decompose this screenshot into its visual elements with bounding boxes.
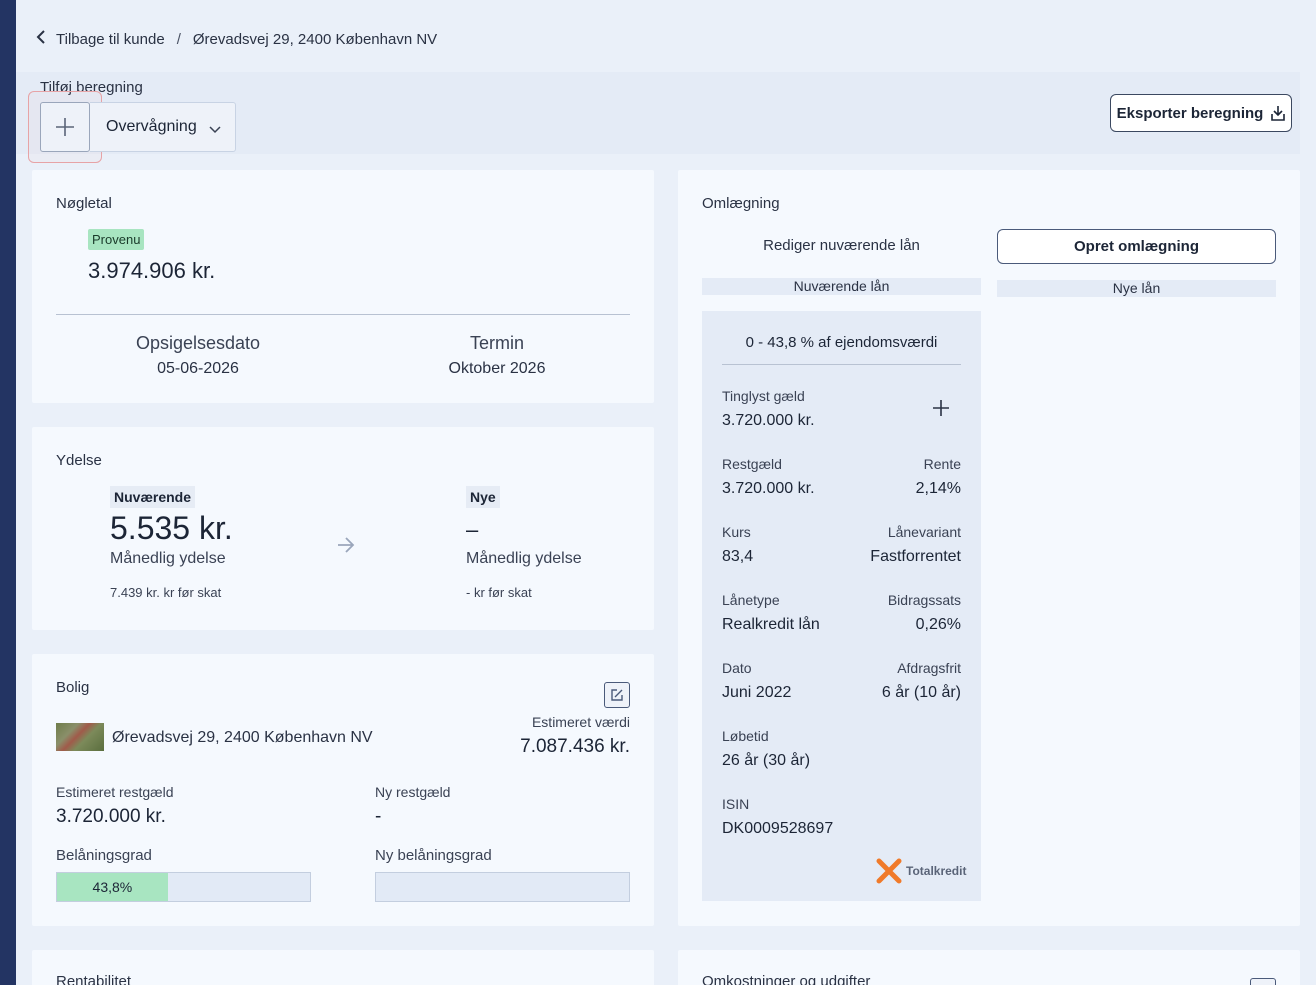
bidrag-label: Bidragssats bbox=[887, 592, 961, 608]
current-before-tax: 7.439 kr. kr før skat bbox=[110, 585, 222, 600]
key-figures-title: Nøgletal bbox=[56, 195, 112, 212]
back-to-customer-link[interactable]: Tilbage til kunde bbox=[56, 31, 165, 48]
calculation-type-value: Overvågning bbox=[106, 118, 197, 135]
export-calculation-button[interactable]: Eksporter beregning bbox=[1110, 94, 1292, 132]
chevron-left-icon[interactable] bbox=[36, 30, 46, 48]
property-address: Ørevadsvej 29, 2400 København NV bbox=[112, 729, 373, 746]
restgaeld-label: Restgæld bbox=[722, 456, 782, 472]
lender-name: Totalkredit bbox=[906, 864, 967, 878]
loebetid-label: Løbetid bbox=[722, 728, 769, 744]
edit-current-loan-link[interactable]: Rediger nuværende lån bbox=[702, 237, 981, 254]
edit-costs-button[interactable] bbox=[1250, 978, 1276, 985]
breadcrumb-current: Ørevadsvej 29, 2400 København NV bbox=[192, 30, 438, 48]
arrow-right-icon bbox=[336, 536, 356, 559]
variant-label: Lånevariant bbox=[887, 524, 961, 540]
variant-value: Fastforrentet bbox=[870, 548, 961, 565]
property-title: Bolig bbox=[56, 679, 90, 696]
tinglyst-value: 3.720.000 kr. bbox=[722, 412, 815, 429]
isin-label: ISIN bbox=[722, 796, 750, 812]
totalkredit-logo: Totalkredit bbox=[876, 858, 966, 884]
plus-icon bbox=[56, 118, 74, 136]
isin-value: DK0009528697 bbox=[722, 820, 834, 837]
create-refinancing-button[interactable]: Opret omlægning bbox=[997, 229, 1276, 264]
dato-value: Juni 2022 bbox=[722, 684, 792, 701]
download-icon bbox=[1271, 106, 1286, 121]
current-loan-panel: 0 - 43,8 % af ejendomsværdi Tinglyst gæl… bbox=[702, 311, 981, 901]
est-restgaeld-value: 3.720.000 kr. bbox=[56, 806, 166, 827]
new-badge: Nye bbox=[466, 486, 500, 508]
bidrag-value: 0,26% bbox=[915, 616, 961, 633]
totalkredit-x-icon bbox=[876, 858, 902, 884]
calculation-toolbar: Tilføj beregning Overvågning Eksporter b… bbox=[16, 72, 1300, 163]
add-calculation-button[interactable] bbox=[40, 102, 90, 152]
belaaningsgrad-bar: 43,8% bbox=[56, 872, 311, 902]
new-payment-label: Månedlig ydelse bbox=[466, 550, 582, 567]
type-label: Lånetype bbox=[722, 592, 780, 608]
dato-label: Dato bbox=[722, 660, 752, 676]
breadcrumb-separator: / bbox=[176, 30, 181, 48]
provenu-value: 3.974.906 kr. bbox=[88, 258, 216, 283]
costs-card: Omkostninger og udgifter bbox=[678, 950, 1300, 985]
opsigelsesdato-value: 05-06-2026 bbox=[157, 360, 239, 377]
kurs-label: Kurs bbox=[722, 524, 751, 540]
rente-value: 2,14% bbox=[915, 480, 961, 497]
payment-card: Ydelse Nuværende 5.535 kr. Månedlig ydel… bbox=[32, 427, 654, 630]
calculation-type-select[interactable]: Overvågning bbox=[90, 102, 236, 152]
chevron-down-icon bbox=[209, 121, 221, 139]
profitability-card: Rentabilitet bbox=[32, 950, 654, 985]
estimated-value: 7.087.436 kr. bbox=[520, 736, 630, 757]
ny-belaaningsgrad-label: Ny belåningsgrad bbox=[375, 847, 492, 864]
new-loans-header: Nye lån bbox=[997, 280, 1276, 297]
loan-range: 0 - 43,8 % af ejendomsværdi bbox=[745, 334, 938, 351]
divider bbox=[56, 314, 630, 315]
new-before-tax: - kr før skat bbox=[466, 585, 532, 600]
ny-restgaeld-value: - bbox=[375, 806, 382, 827]
afdragsfrit-value: 6 år (10 år) bbox=[881, 684, 961, 701]
opsigelsesdato-label: Opsigelsesdato bbox=[135, 333, 261, 353]
property-thumbnail bbox=[56, 723, 104, 751]
edit-icon bbox=[611, 689, 623, 701]
refinancing-card: Omlægning Rediger nuværende lån Opret om… bbox=[678, 170, 1300, 926]
termin-label: Termin bbox=[469, 333, 524, 353]
key-figures-card: Nøgletal Provenu 3.974.906 kr. Opsigelse… bbox=[32, 170, 654, 403]
tinglyst-label: Tinglyst gæld bbox=[722, 388, 805, 404]
loan-divider bbox=[722, 364, 961, 365]
loebetid-value: 26 år (30 år) bbox=[722, 752, 811, 769]
ny-belaaningsgrad-bar bbox=[375, 872, 630, 902]
rente-label: Rente bbox=[923, 456, 961, 472]
ny-restgaeld-label: Ny restgæld bbox=[375, 784, 451, 800]
restgaeld-value: 3.720.000 kr. bbox=[722, 480, 815, 497]
add-loan-plus-icon[interactable] bbox=[932, 399, 950, 422]
termin-value: Oktober 2026 bbox=[448, 360, 546, 377]
current-loans-header: Nuværende lån bbox=[702, 278, 981, 295]
current-payment-label: Månedlig ydelse bbox=[110, 550, 226, 567]
refinancing-title: Omlægning bbox=[702, 195, 780, 212]
current-payment-value: 5.535 kr. bbox=[110, 510, 233, 546]
current-badge: Nuværende bbox=[110, 486, 196, 508]
payment-title: Ydelse bbox=[56, 452, 102, 469]
afdragsfrit-label: Afdragsfrit bbox=[897, 660, 961, 676]
profitability-title: Rentabilitet bbox=[56, 973, 132, 985]
property-card: Bolig Ørevadsvej 29, 2400 København NV E… bbox=[32, 654, 654, 926]
kurs-value: 83,4 bbox=[722, 548, 754, 565]
breadcrumb: Tilbage til kunde / Ørevadsvej 29, 2400 … bbox=[36, 28, 437, 50]
est-restgaeld-label: Estimeret restgæld bbox=[56, 784, 174, 800]
edit-property-button[interactable] bbox=[604, 682, 630, 708]
estimated-value-label: Estimeret værdi bbox=[531, 714, 630, 730]
costs-title: Omkostninger og udgifter bbox=[702, 973, 871, 985]
type-value: Realkredit lån bbox=[722, 616, 820, 633]
belaaningsgrad-label: Belåningsgrad bbox=[56, 847, 152, 864]
left-rail bbox=[0, 0, 16, 985]
belaaningsgrad-fill: 43,8% bbox=[57, 873, 168, 901]
export-label: Eksporter beregning bbox=[1116, 104, 1264, 122]
provenu-badge: Provenu bbox=[88, 229, 145, 250]
new-payment-value: – bbox=[466, 517, 479, 542]
